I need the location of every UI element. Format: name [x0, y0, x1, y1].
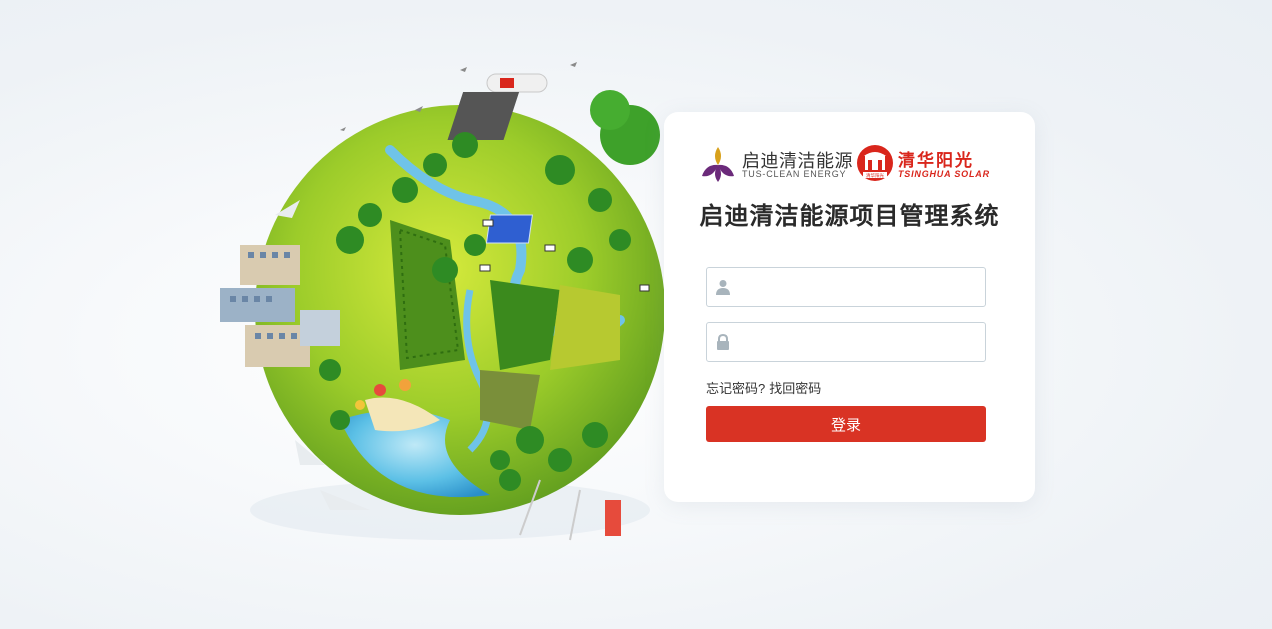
tsinghua-stamp-text: 清华阳光: [866, 172, 884, 179]
tus-clean-energy-logo: 启迪清洁能源 TUS-CLEAN ENERGY: [698, 142, 853, 186]
login-button[interactable]: 登录: [706, 406, 986, 442]
login-card: 启迪清洁能源 TUS-CLEAN ENERGY 清华阳光 清华阳光 TSINGH…: [664, 112, 1035, 502]
recover-password-link[interactable]: 找回密码: [769, 381, 821, 396]
user-icon: [716, 280, 730, 295]
password-field[interactable]: [706, 322, 986, 362]
tsinghua-logo-chinese: 清华阳光: [898, 151, 974, 170]
tsinghua-gate-icon: 清华阳光: [857, 145, 893, 181]
tus-logo-english: TUS-CLEAN ENERGY: [742, 169, 847, 179]
username-input[interactable]: [739, 268, 979, 306]
brand-logos: 启迪清洁能源 TUS-CLEAN ENERGY 清华阳光 清华阳光 TSINGH…: [698, 142, 998, 186]
tsinghua-solar-logo: 清华阳光 清华阳光 TSINGHUA SOLAR: [856, 142, 996, 186]
tsinghua-logo-english: TSINGHUA SOLAR: [898, 169, 990, 179]
username-field[interactable]: [706, 267, 986, 307]
hero-illustration-earth: [200, 40, 680, 560]
tus-flower-icon: [702, 147, 734, 182]
page-title: 启迪清洁能源项目管理系统: [699, 203, 1000, 230]
lock-icon: [717, 334, 729, 350]
forgot-password-row: 忘记密码? 找回密码: [706, 378, 821, 397]
forgot-password-prompt: 忘记密码?: [706, 381, 766, 396]
password-input[interactable]: [739, 323, 979, 361]
